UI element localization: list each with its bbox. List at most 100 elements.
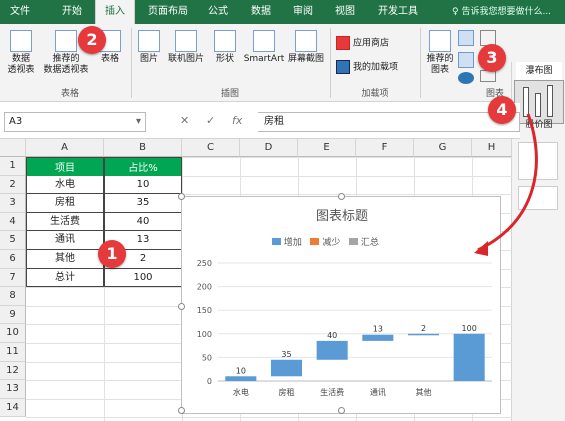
ribbon-tab-bar: 文件 开始 插入 页面布局 公式 数据 审阅 视图 开发工具 ♀ 告诉我您想要做… [0, 0, 565, 24]
histogram-chart-icon[interactable] [518, 186, 558, 210]
pivot-table-icon [10, 30, 32, 52]
insert-function-icon[interactable]: fx [232, 114, 242, 127]
table-cell[interactable]: 总计 [26, 268, 104, 288]
column-header[interactable]: G [414, 139, 472, 157]
column-header[interactable]: F [356, 139, 414, 157]
online-pictures-button[interactable]: 联机图片 [164, 30, 208, 65]
tab-data[interactable]: 数据 [243, 0, 279, 24]
data-label: 2 [421, 324, 426, 333]
group-divider [131, 28, 132, 98]
bar[interactable] [225, 376, 257, 381]
row-header[interactable]: 13 [0, 380, 26, 399]
stock-chart-icon[interactable] [514, 80, 564, 124]
resize-handle[interactable] [178, 407, 185, 414]
tell-me-search[interactable]: ♀ 告诉我您想要做什么... [452, 0, 551, 24]
select-all-corner[interactable] [0, 139, 26, 157]
bar[interactable] [453, 333, 485, 381]
bar[interactable] [362, 334, 394, 341]
data-label: 13 [373, 325, 383, 334]
table-cell[interactable]: 40 [104, 212, 182, 232]
cancel-icon[interactable]: ✕ [180, 114, 189, 127]
resize-handle[interactable] [338, 407, 345, 414]
table-cell[interactable]: 其他 [26, 250, 104, 269]
screenshot-button[interactable]: 屏幕截图 [286, 30, 326, 65]
table-cell[interactable]: 10 [104, 175, 182, 195]
column-header[interactable]: H [472, 139, 512, 157]
tab-home[interactable]: 开始 [52, 0, 92, 24]
row-header[interactable]: 2 [0, 175, 26, 195]
pie-chart-icon[interactable] [458, 72, 474, 84]
row-header[interactable]: 11 [0, 343, 26, 362]
scatter-chart-icon[interactable] [458, 52, 474, 68]
pivot-table-button[interactable]: 数据 透视表 [4, 30, 38, 76]
table-cell[interactable]: 100 [104, 268, 182, 288]
step-badge-3: 3 [478, 44, 506, 72]
tab-view[interactable]: 视图 [327, 0, 363, 24]
column-header[interactable]: C [182, 139, 240, 157]
row-header[interactable]: 10 [0, 324, 26, 343]
x-tick-label: 生活费 [320, 387, 344, 397]
stock-chart-label[interactable]: 股价图 [516, 120, 562, 131]
recommended-charts-button[interactable]: 推荐的 图表 [423, 30, 457, 76]
row-header[interactable]: 14 [0, 398, 26, 418]
resize-handle[interactable] [338, 193, 345, 200]
pictures-button[interactable]: 图片 [134, 30, 164, 65]
tab-developer[interactable]: 开发工具 [368, 0, 428, 24]
bar[interactable] [316, 340, 348, 360]
resize-handle[interactable] [178, 193, 185, 200]
chevron-down-icon[interactable]: ▾ [136, 113, 141, 131]
formula-input[interactable]: 房租 [258, 112, 520, 132]
tab-file[interactable]: 文件 [0, 0, 40, 24]
table-cell[interactable]: 35 [104, 194, 182, 213]
bar-chart-icon[interactable] [458, 30, 474, 46]
row-header[interactable]: 5 [0, 231, 26, 250]
row-header[interactable]: 6 [0, 250, 26, 269]
table-cell[interactable]: 水电 [26, 175, 104, 195]
data-label: 10 [236, 366, 246, 375]
tab-review[interactable]: 审阅 [285, 0, 321, 24]
step-badge-4: 4 [488, 96, 516, 124]
row-header[interactable]: 1 [0, 157, 26, 176]
table-cell[interactable]: 房租 [26, 194, 104, 213]
data-label: 100 [462, 324, 477, 333]
bar[interactable] [407, 333, 440, 336]
boxplot-chart-icon[interactable] [518, 142, 558, 180]
column-header[interactable]: E [298, 139, 356, 157]
tab-page-layout[interactable]: 页面布局 [140, 0, 196, 24]
row-header[interactable]: 3 [0, 194, 26, 213]
y-tick-label: 100 [197, 330, 212, 339]
name-box[interactable]: A3 ▾ [4, 112, 146, 132]
camera-icon [295, 30, 317, 52]
row-header[interactable]: 4 [0, 212, 26, 232]
column-header[interactable]: B [104, 139, 182, 157]
my-addins-button[interactable]: 我的加载项 [336, 60, 416, 74]
shapes-icon [214, 30, 236, 52]
waterfall-chart-option[interactable]: 瀑布图 [516, 62, 562, 80]
row-header[interactable]: 7 [0, 268, 26, 288]
column-header[interactable]: D [240, 139, 298, 157]
bar[interactable] [270, 359, 303, 377]
data-label: 35 [281, 350, 291, 359]
group-divider [420, 28, 421, 98]
addins-icon [336, 60, 350, 74]
row-header[interactable]: 9 [0, 305, 26, 325]
x-tick-label: 通讯 [370, 387, 386, 397]
row-header[interactable]: 8 [0, 287, 26, 306]
resize-handle[interactable] [178, 303, 185, 310]
table-cell[interactable]: 通讯 [26, 231, 104, 250]
waterfall-chart[interactable]: 图表标题 增加 减少 汇总 0 50 100 150 200 250 10 水电 35 房租 40 生… [178, 193, 501, 414]
tab-formulas[interactable]: 公式 [200, 0, 236, 24]
recommended-pivot-icon [55, 30, 77, 52]
table-cell[interactable]: 生活费 [26, 212, 104, 232]
tab-insert[interactable]: 插入 [95, 0, 135, 24]
enter-icon[interactable]: ✓ [206, 114, 215, 127]
store-icon [336, 36, 350, 50]
recommended-chart-icon [429, 30, 451, 52]
y-tick-label: 250 [197, 259, 212, 268]
app-store-button[interactable]: 应用商店 [336, 36, 416, 50]
row-header[interactable]: 12 [0, 361, 26, 381]
smartart-button[interactable]: SmartArt [242, 30, 286, 65]
y-tick-label: 200 [197, 283, 212, 292]
shapes-button[interactable]: 形状 [208, 30, 242, 65]
column-header[interactable]: A [26, 139, 104, 157]
